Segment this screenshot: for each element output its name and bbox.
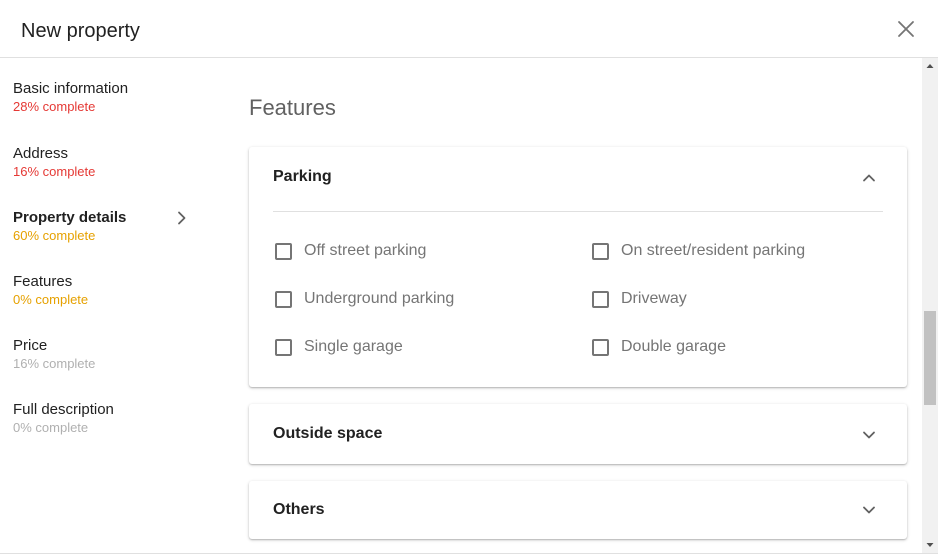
sidebar-item-label: Price [13, 337, 48, 354]
panel-title: Others [273, 501, 325, 518]
panel-divider [273, 211, 883, 212]
sidebar-item-basic-information[interactable]: Basic information 28% complete [13, 80, 198, 120]
checkbox-box[interactable] [592, 338, 609, 356]
sidebar-item-progress: 28% complete [13, 99, 96, 114]
sidebar-item-progress: 60% complete [13, 228, 96, 243]
sidebar-item-address[interactable]: Address 16% complete [13, 145, 198, 185]
checkbox-box[interactable] [275, 242, 292, 260]
panel-header-outside-space[interactable]: Outside space [249, 404, 907, 464]
checkbox-on-street-parking[interactable]: On street/resident parking [592, 239, 805, 263]
sidebar-item-full-description[interactable]: Full description 0% complete [13, 401, 198, 441]
checkbox-off-street-parking[interactable]: Off street parking [275, 239, 426, 263]
sidebar-item-price[interactable]: Price 16% complete [13, 337, 198, 377]
scroll-down-arrow-icon[interactable] [922, 537, 938, 553]
panel-header-parking[interactable]: Parking [249, 147, 907, 207]
sidebar-item-progress: 0% complete [13, 420, 89, 435]
chevron-right-icon [178, 211, 186, 225]
panel-title: Parking [273, 168, 332, 185]
checkbox-driveway[interactable]: Driveway [592, 287, 687, 311]
panel-title: Outside space [273, 425, 383, 442]
sidebar-item-label: Features [13, 273, 73, 290]
sidebar-item-label: Full description [13, 401, 114, 418]
chevron-down-icon[interactable] [861, 427, 877, 443]
scroll-up-arrow-icon[interactable] [922, 58, 938, 74]
dialog-title: New property [21, 20, 140, 42]
checkbox-single-garage[interactable]: Single garage [275, 335, 403, 359]
checkbox-label: Single garage [304, 338, 403, 355]
section-title: Features [249, 95, 336, 120]
sidebar-item-progress: 16% complete [13, 356, 96, 371]
panel-others: Others [249, 481, 907, 539]
checkbox-label: On street/resident parking [621, 242, 806, 259]
sidebar-nav: Basic information 28% complete Address 1… [0, 58, 210, 553]
checkbox-label: Double garage [621, 338, 726, 355]
close-icon[interactable] [896, 19, 916, 39]
checkbox-box[interactable] [275, 338, 292, 356]
sidebar-item-label: Address [13, 145, 69, 162]
checkbox-label: Underground parking [304, 290, 455, 307]
panel-outside-space: Outside space [249, 404, 907, 464]
sidebar-item-property-details[interactable]: Property details 60% complete [13, 209, 198, 249]
chevron-down-icon[interactable] [861, 502, 877, 518]
checkbox-underground-parking[interactable]: Underground parking [275, 287, 454, 311]
checkbox-double-garage[interactable]: Double garage [592, 335, 726, 359]
main-content: Features Parking Off street parking On s… [210, 58, 922, 553]
sidebar-item-features[interactable]: Features 0% complete [13, 273, 198, 313]
dialog-header: New property [0, 0, 938, 58]
sidebar-item-progress: 0% complete [13, 292, 89, 307]
dialog-bottom-border [0, 553, 938, 554]
checkbox-box[interactable] [592, 242, 609, 260]
checkbox-label: Driveway [621, 290, 687, 307]
panel-parking: Parking Off street parking On street/res… [249, 147, 907, 387]
chevron-up-icon[interactable] [861, 170, 877, 186]
sidebar-item-progress: 16% complete [13, 164, 96, 179]
checkbox-box[interactable] [275, 290, 292, 308]
scrollbar[interactable] [922, 58, 938, 553]
checkbox-label: Off street parking [304, 242, 427, 259]
sidebar-item-label: Property details [13, 209, 127, 226]
panel-header-others[interactable]: Others [249, 481, 907, 541]
checkbox-box[interactable] [592, 290, 609, 308]
scrollbar-thumb[interactable] [924, 311, 936, 405]
sidebar-item-label: Basic information [13, 80, 129, 97]
